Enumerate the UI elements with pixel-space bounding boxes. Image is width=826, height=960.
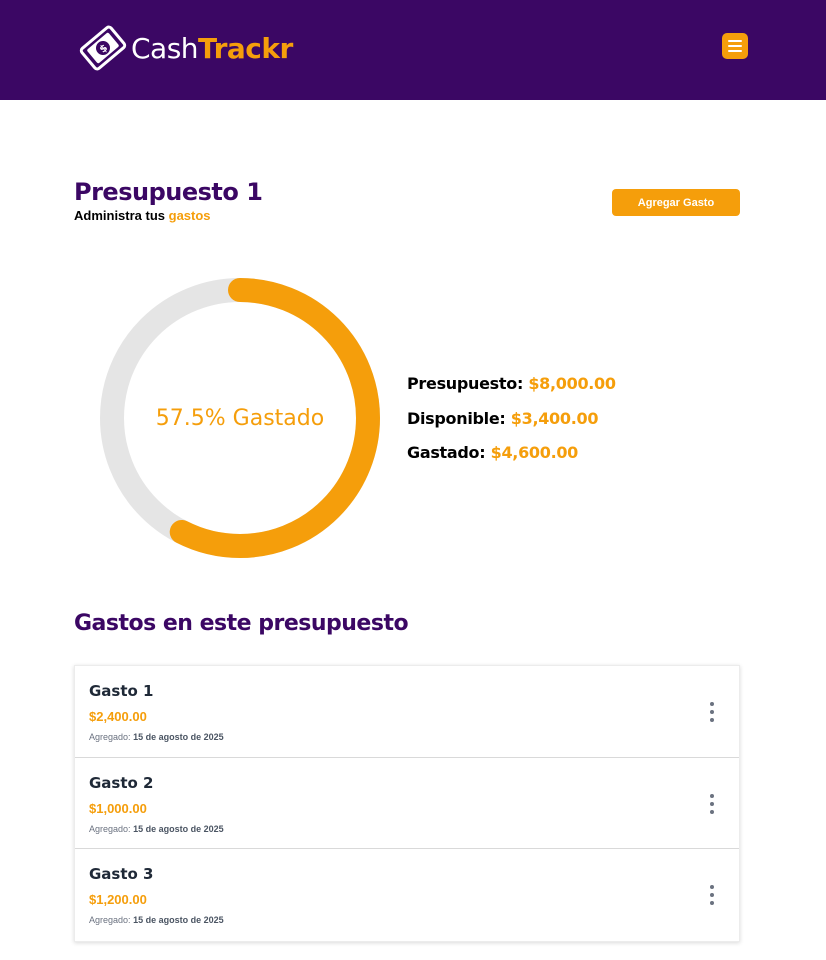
more-options-icon[interactable] xyxy=(707,702,717,722)
expense-name: Gasto 3 xyxy=(89,865,154,883)
expenses-section-title: Gastos en este presupuesto xyxy=(74,611,409,636)
cash-logo-icon: $ xyxy=(79,25,127,71)
logo-text: CashTrackr xyxy=(131,32,293,65)
logo[interactable]: $ CashTrackr xyxy=(77,20,317,76)
stat-spent: Gastado: $4,600.00 xyxy=(407,443,578,462)
stat-label: Presupuesto: xyxy=(407,374,524,393)
stat-label: Gastado: xyxy=(407,443,486,462)
expense-list: Gasto 1 $2,400.00 Agregado: 15 de agosto… xyxy=(74,665,740,942)
expense-amount: $1,000.00 xyxy=(89,800,147,816)
subtitle-prefix: Administra tus xyxy=(74,208,169,223)
expense-date: Agregado: 15 de agosto de 2025 xyxy=(89,915,224,925)
stat-available: Disponible: $3,400.00 xyxy=(407,409,598,428)
date-label: Agregado: xyxy=(89,732,131,742)
date-value: 15 de agosto de 2025 xyxy=(133,823,224,834)
date-label: Agregado: xyxy=(89,823,131,834)
expense-item: Gasto 3 $1,200.00 Agregado: 15 de agosto… xyxy=(75,849,739,941)
logo-trackr: Trackr xyxy=(198,31,293,65)
subtitle-accent: gastos xyxy=(168,208,211,223)
expense-amount: $2,400.00 xyxy=(89,709,147,724)
expense-name: Gasto 2 xyxy=(89,773,154,792)
stat-label: Disponible: xyxy=(407,409,506,428)
hamburger-menu-button[interactable] xyxy=(722,33,748,59)
date-value: 15 de agosto de 2025 xyxy=(133,732,224,742)
page-title: Presupuesto 1 xyxy=(74,178,263,206)
app-header: $ CashTrackr xyxy=(0,0,826,100)
add-expense-button[interactable]: Agregar Gasto xyxy=(612,189,740,216)
expense-name: Gasto 1 xyxy=(89,682,154,700)
stat-value: $8,000.00 xyxy=(528,374,616,393)
expense-item: Gasto 1 $2,400.00 Agregado: 15 de agosto… xyxy=(75,666,739,758)
expense-date: Agregado: 15 de agosto de 2025 xyxy=(89,732,224,742)
more-options-icon[interactable] xyxy=(707,793,717,814)
expense-amount: $1,200.00 xyxy=(89,892,147,907)
menu-line xyxy=(728,45,742,47)
date-label: Agregado: xyxy=(89,915,131,925)
page-subtitle: Administra tus gastos xyxy=(74,208,211,223)
progress-label: 57.5% Gastado xyxy=(155,405,325,431)
more-options-icon[interactable] xyxy=(707,885,717,905)
menu-line xyxy=(728,50,742,52)
stat-value: $3,400.00 xyxy=(510,409,599,428)
date-value: 15 de agosto de 2025 xyxy=(133,915,224,925)
expense-date: Agregado: 15 de agosto de 2025 xyxy=(89,824,224,834)
menu-line xyxy=(728,40,742,42)
stat-budget: Presupuesto: $8,000.00 xyxy=(407,374,616,393)
expense-item: Gasto 2 $1,000.00 Agregado: 15 de agosto… xyxy=(75,758,739,849)
budget-progress-circle: 57.5% Gastado xyxy=(100,278,380,558)
stat-value: $4,600.00 xyxy=(490,443,579,462)
logo-cash: Cash xyxy=(131,31,199,65)
